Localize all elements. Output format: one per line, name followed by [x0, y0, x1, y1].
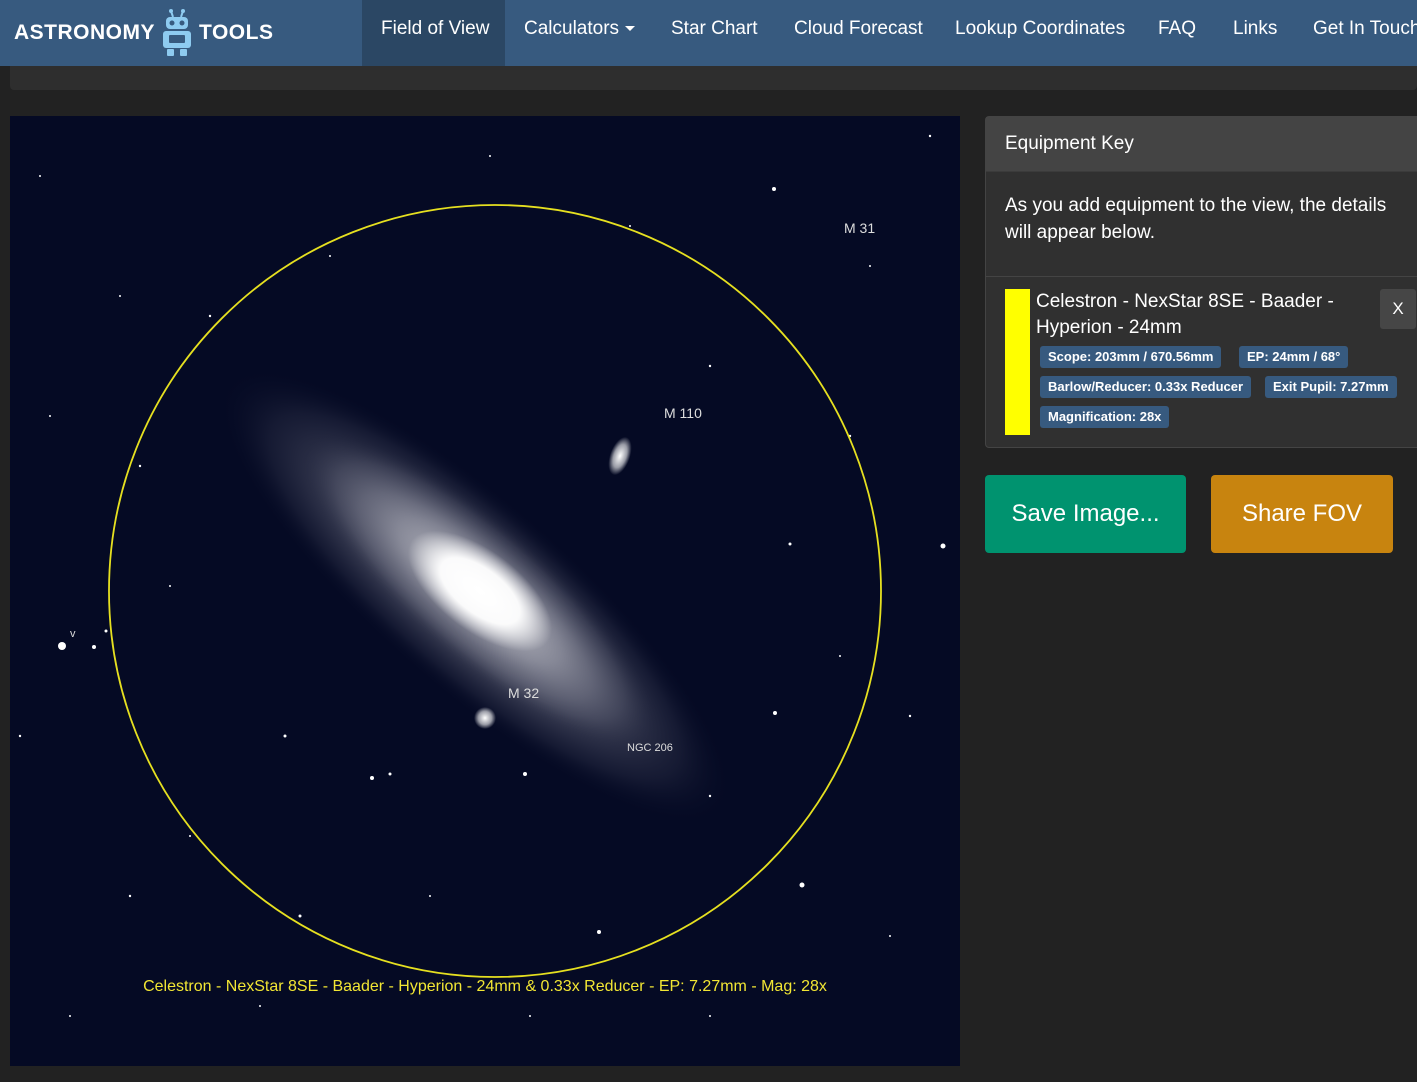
nav-calculators[interactable]: Calculators	[505, 0, 654, 66]
equipment-item: Celestron - NexStar 8SE - Baader - Hyper…	[1005, 289, 1416, 435]
label-v: v	[70, 628, 76, 640]
nav-lookup-coordinates[interactable]: Lookup Coordinates	[936, 0, 1144, 66]
brand-text-left: ASTRONOMY	[14, 21, 155, 44]
m32-galaxy	[474, 707, 496, 729]
share-fov-button[interactable]: Share FOV	[1211, 475, 1393, 553]
top-navbar: ASTRONOMY TOOLS Field of View Calculator…	[0, 0, 1417, 66]
nav-star-chart[interactable]: Star Chart	[652, 0, 777, 66]
badge-scope: Scope: 203mm / 670.56mm	[1040, 346, 1222, 368]
nav-label: Lookup Coordinates	[955, 18, 1126, 39]
fov-image[interactable]: M 31 M 110 M 32 NGC 206 v Celestron - Ne…	[10, 116, 960, 1066]
toolbar-strip	[10, 66, 1417, 90]
nav-field-of-view[interactable]: Field of View	[362, 0, 505, 66]
badge-barlow-reducer: Barlow/Reducer: 0.33x Reducer	[1040, 376, 1252, 398]
brand-logo[interactable]: ASTRONOMY TOOLS	[14, 6, 273, 60]
label-ngc206: NGC 206	[627, 742, 673, 754]
fov-caption: Celestron - NexStar 8SE - Baader - Hyper…	[143, 978, 827, 995]
nav-cloud-forecast[interactable]: Cloud Forecast	[775, 0, 942, 66]
nav-label: Cloud Forecast	[794, 18, 923, 39]
equipment-name: Celestron - NexStar 8SE - Baader - Hyper…	[1036, 291, 1334, 338]
equipment-key-title: Equipment Key	[986, 117, 1417, 172]
caret-down-icon	[625, 26, 636, 32]
equipment-key-panel: Equipment Key As you add equipment to th…	[985, 116, 1417, 448]
nav-label: FAQ	[1158, 18, 1197, 39]
remove-equipment-button[interactable]: X	[1380, 289, 1416, 329]
nav-label: Links	[1233, 18, 1278, 39]
label-m32: M 32	[508, 685, 540, 701]
m110-galaxy	[608, 436, 632, 476]
badge-eyepiece: EP: 24mm / 68°	[1239, 346, 1349, 368]
nav-links[interactable]: Links	[1214, 0, 1296, 66]
badge-exit-pupil: Exit Pupil: 7.27mm	[1265, 376, 1397, 398]
nav-label: Star Chart	[671, 18, 758, 39]
nav-label: Calculators	[524, 18, 620, 39]
equipment-key-intro: As you add equipment to the view, the de…	[986, 172, 1417, 277]
label-m110: M 110	[664, 405, 702, 421]
save-image-button[interactable]: Save Image...	[985, 475, 1186, 553]
robot-logo-icon	[163, 9, 191, 56]
badge-magnification: Magnification: 28x	[1040, 406, 1170, 428]
equipment-color-swatch	[1005, 289, 1030, 435]
sky-image	[18, 134, 946, 1017]
nav-label: Get In Touch	[1313, 18, 1417, 39]
label-m31: M 31	[844, 220, 876, 236]
nav-label: Field of View	[381, 18, 490, 39]
nav-get-in-touch[interactable]: Get In Touch	[1294, 0, 1417, 66]
brand-text-right: TOOLS	[199, 21, 274, 44]
nav-faq[interactable]: FAQ	[1139, 0, 1215, 66]
